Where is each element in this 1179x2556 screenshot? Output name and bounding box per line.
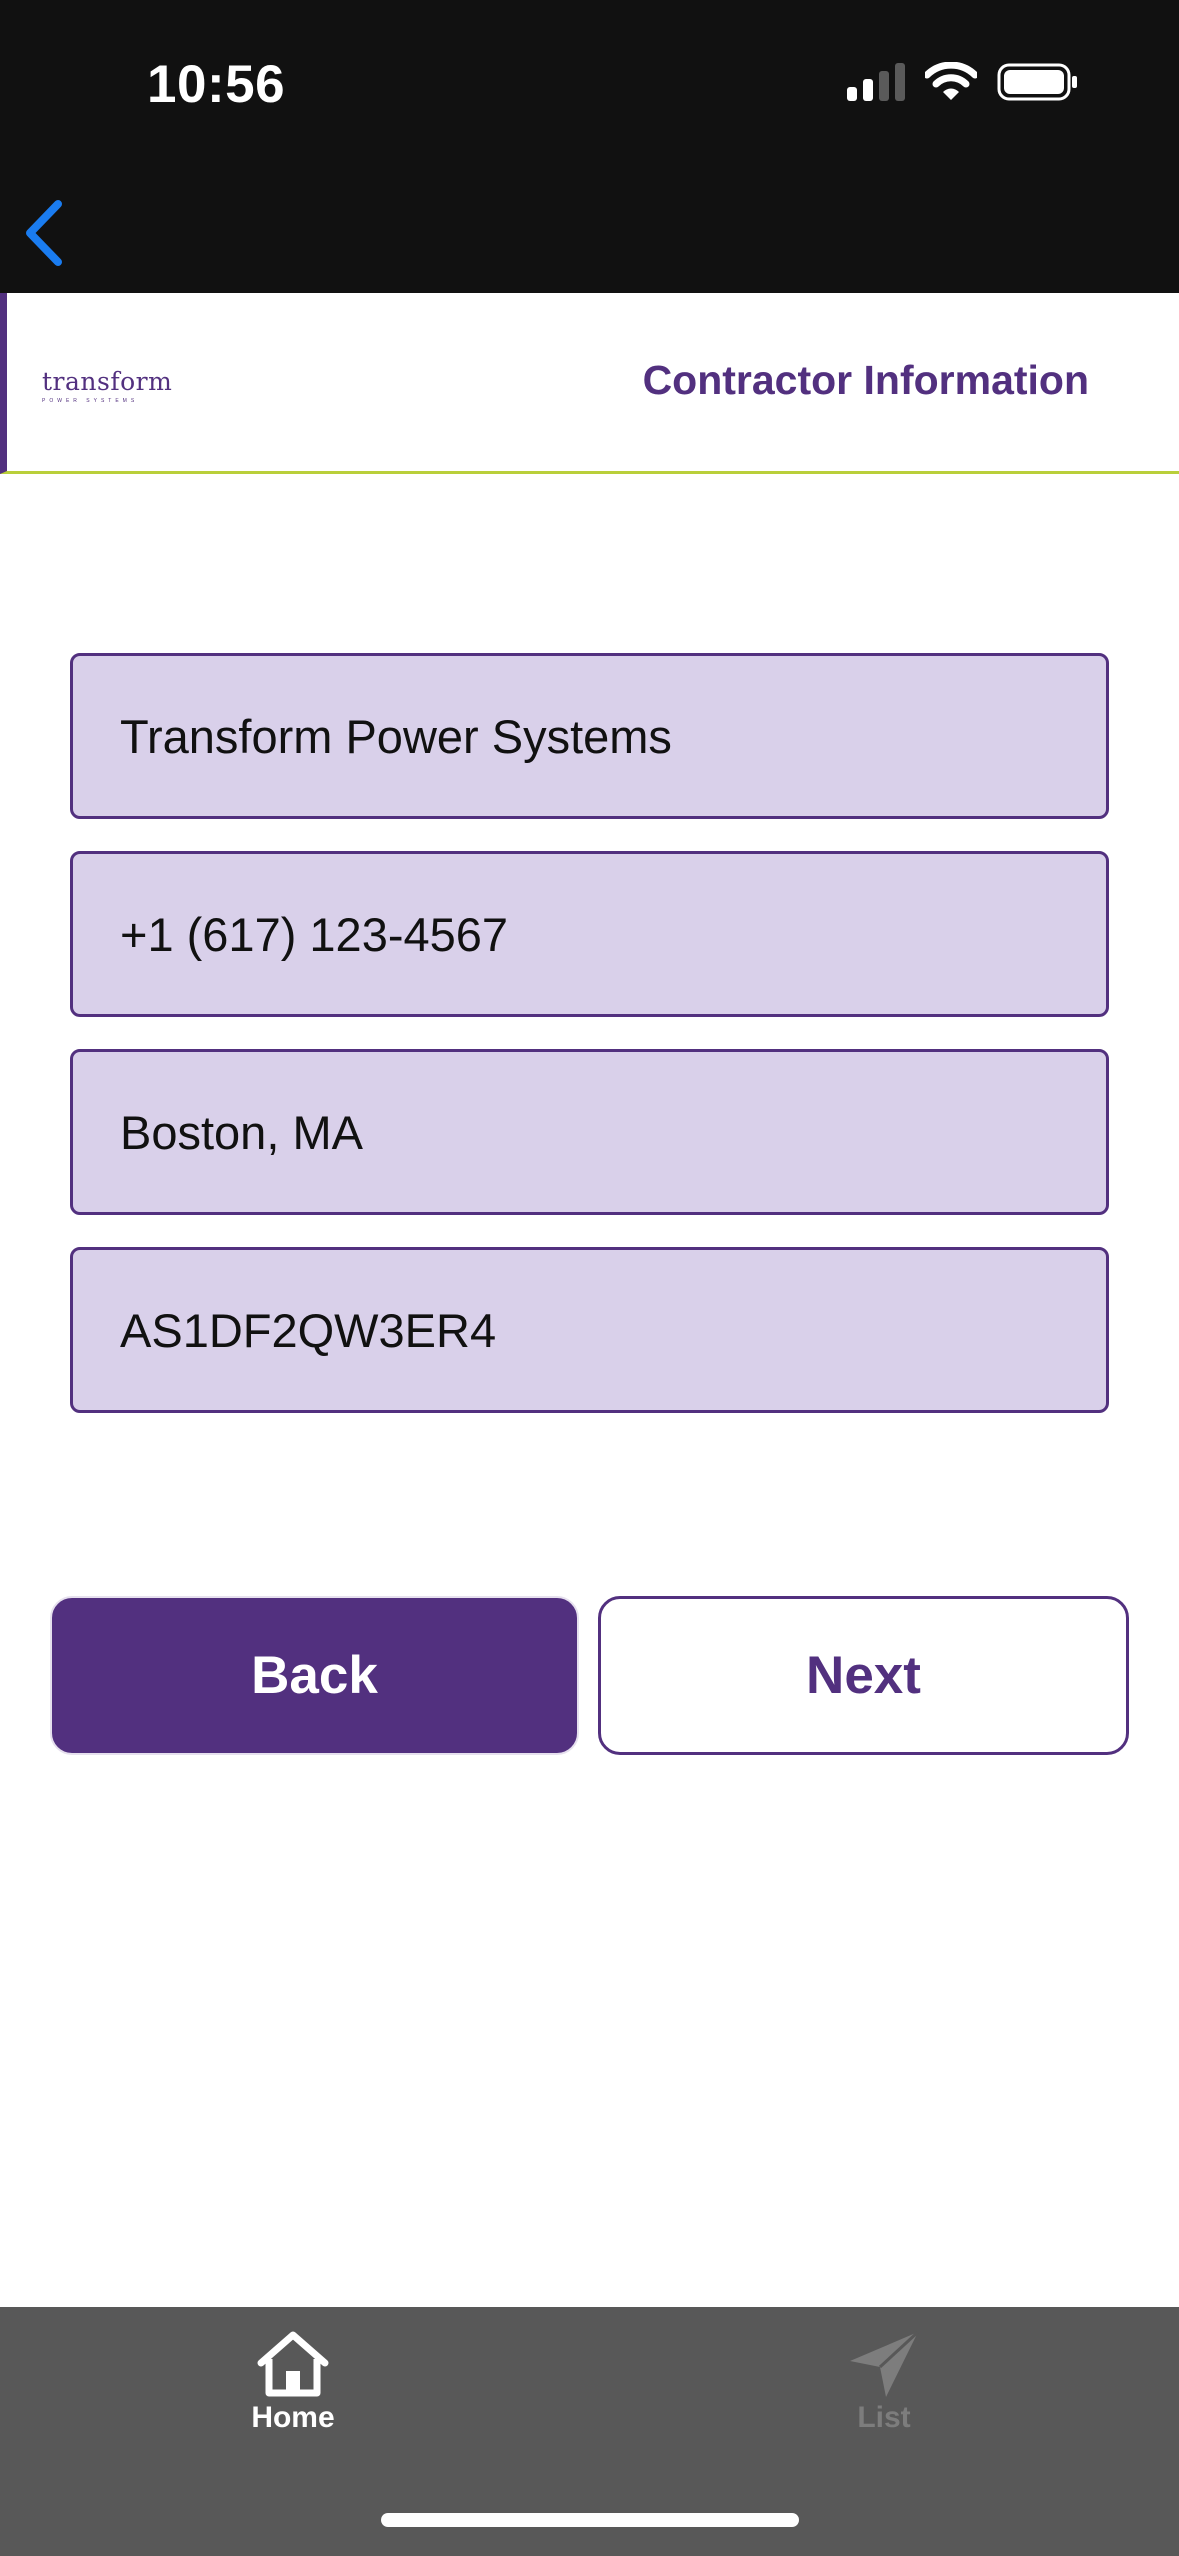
tab-home-label: Home <box>251 2401 335 2434</box>
page-title: Contractor Information <box>642 357 1089 403</box>
next-button[interactable]: Next <box>598 1596 1129 1755</box>
transform-logo: transform POWER SYSTEMS <box>42 367 172 404</box>
home-indicator <box>381 2513 799 2527</box>
tab-home[interactable]: Home <box>193 2329 393 2435</box>
company-name-value: Transform Power Systems <box>120 709 672 763</box>
battery-icon <box>997 63 1077 101</box>
wifi-icon <box>925 62 977 100</box>
page-header: transform POWER SYSTEMS Contractor Infor… <box>0 293 1179 474</box>
location-field[interactable]: Boston, MA <box>70 1049 1109 1215</box>
location-value: Boston, MA <box>120 1105 363 1159</box>
back-button[interactable]: Back <box>50 1596 579 1755</box>
paper-plane-icon <box>850 2330 920 2397</box>
status-icons <box>847 62 1079 102</box>
license-number-field[interactable]: AS1DF2QW3ER4 <box>70 1247 1109 1413</box>
tab-list-label: List <box>857 2401 911 2434</box>
status-time: 10:56 <box>147 55 286 114</box>
logo-subtext: POWER SYSTEMS <box>42 398 139 404</box>
license-number-value: AS1DF2QW3ER4 <box>120 1303 497 1357</box>
home-icon <box>257 2331 329 2397</box>
company-name-field[interactable]: Transform Power Systems <box>70 653 1109 819</box>
back-chevron-icon[interactable] <box>20 198 70 268</box>
cellular-signal-icon <box>847 63 905 101</box>
phone-number-field[interactable]: +1 (617) 123-4567 <box>70 851 1109 1017</box>
tab-bar: Home List <box>0 2307 1179 2556</box>
phone-number-value: +1 (617) 123-4567 <box>120 907 509 961</box>
logo-wordmark: transform <box>42 367 173 396</box>
tab-list[interactable]: List <box>784 2329 984 2435</box>
status-and-nav-bar: 10:56 <box>0 0 1179 293</box>
